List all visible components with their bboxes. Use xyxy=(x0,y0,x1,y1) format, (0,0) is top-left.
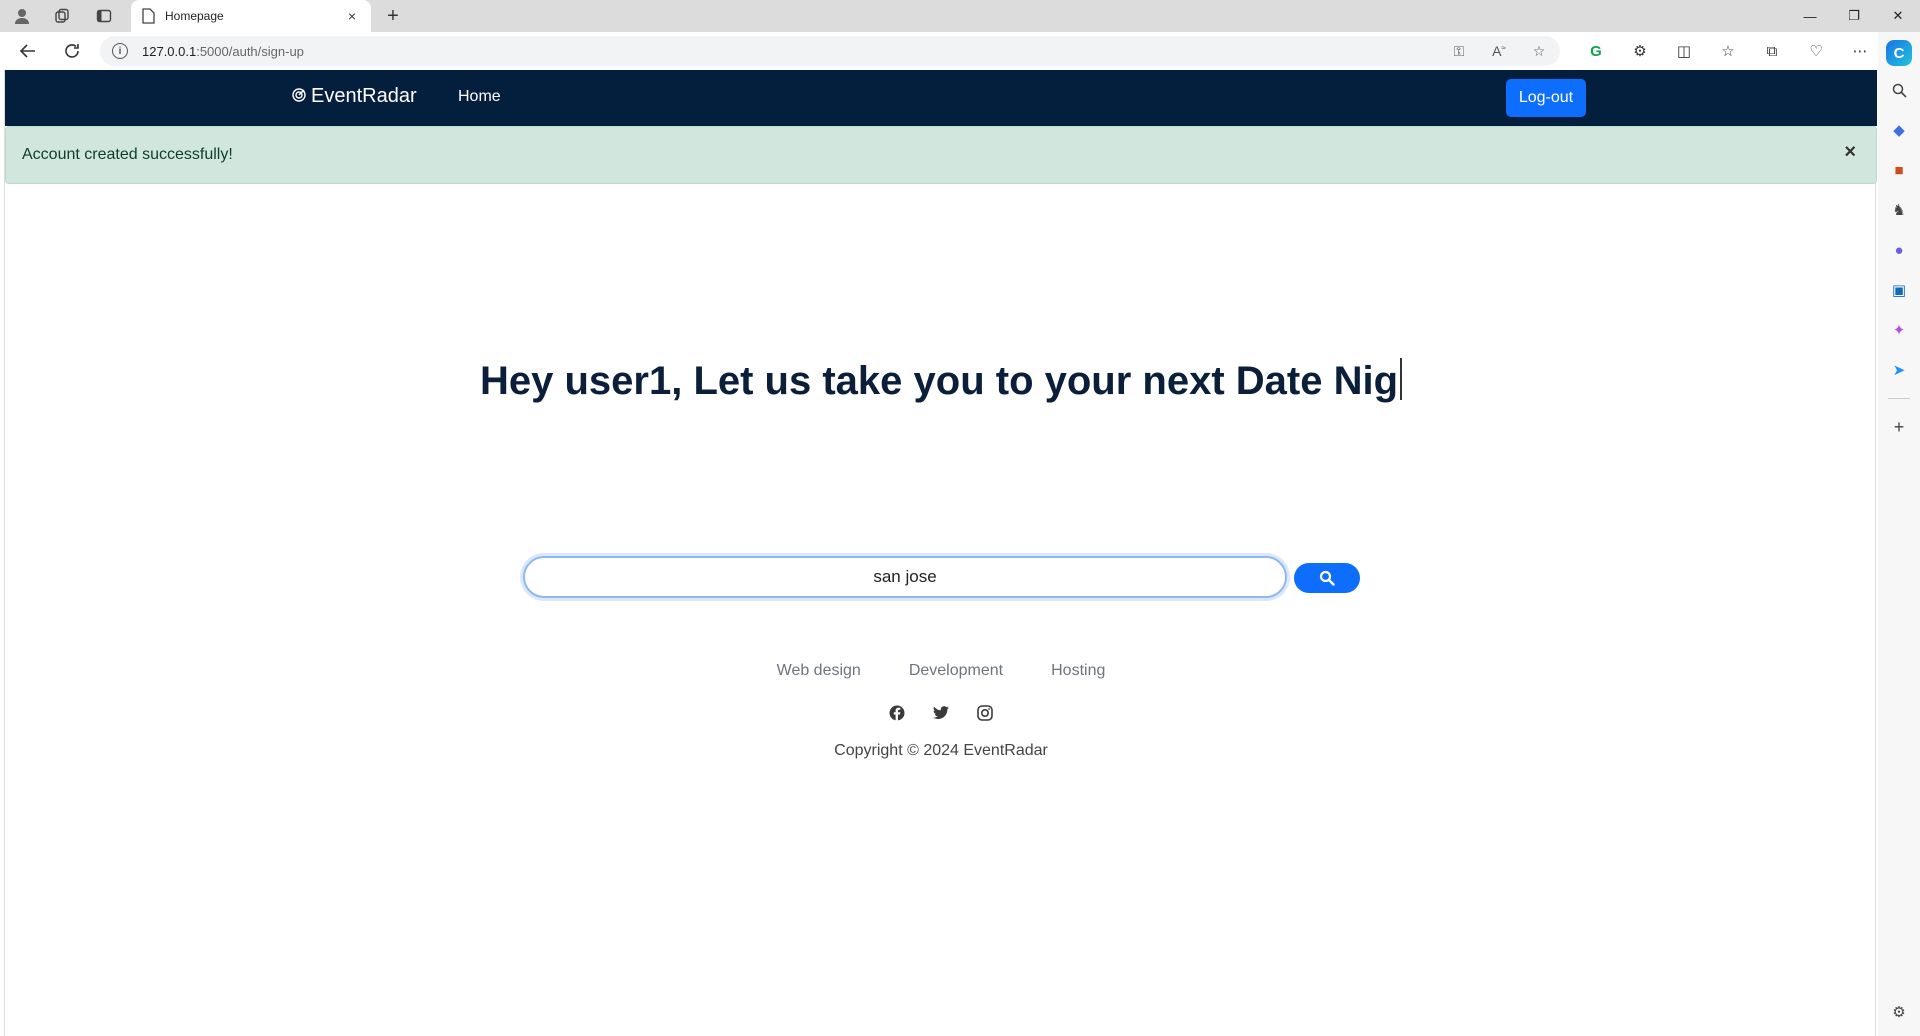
footer-link-hosting[interactable]: Hosting xyxy=(1051,662,1105,680)
search-button[interactable] xyxy=(1294,563,1360,593)
tools-briefcase-icon[interactable]: ■ xyxy=(1883,154,1915,186)
search-input[interactable] xyxy=(523,556,1287,598)
tab-actions-icon[interactable] xyxy=(88,0,120,32)
more-menu-icon[interactable]: ⋯ xyxy=(1838,42,1882,60)
facebook-icon[interactable] xyxy=(888,704,906,722)
instagram-icon[interactable] xyxy=(976,704,994,722)
copyright-text: Copyright © 2024 EventRadar xyxy=(834,742,1048,759)
sidebar-settings-icon[interactable]: ⚙ xyxy=(1883,996,1915,1028)
hero-title: Hey user1, Let us take you to your next … xyxy=(5,358,1877,404)
profile-icon[interactable] xyxy=(6,0,38,32)
collections-icon[interactable]: ⧉ xyxy=(1750,43,1794,60)
page-icon xyxy=(142,8,155,24)
page-viewport: EventRadar Home Log-out Account created … xyxy=(4,70,1877,1036)
password-key-icon[interactable]: ⚿ xyxy=(1446,43,1472,60)
url-text: 127.0.0.1:5000/auth/sign-up xyxy=(142,43,304,59)
radar-icon xyxy=(291,86,307,107)
tab-title: Homepage xyxy=(165,9,224,23)
copilot-icon[interactable]: C xyxy=(1886,40,1912,66)
tab-close-icon[interactable]: × xyxy=(343,8,361,24)
split-screen-icon[interactable]: ◫ xyxy=(1662,42,1706,60)
social-links xyxy=(5,704,1877,722)
games-icon[interactable]: ♞ xyxy=(1883,194,1915,226)
back-icon[interactable] xyxy=(8,32,48,70)
favorite-star-icon[interactable]: ☆ xyxy=(1526,43,1552,60)
new-tab-button[interactable]: + xyxy=(380,4,406,28)
sidebar-divider xyxy=(1888,398,1910,399)
browser-tabstrip: Homepage × + — ❐ ✕ xyxy=(0,0,1920,32)
outlook-icon[interactable]: ▣ xyxy=(1883,274,1915,306)
designer-icon[interactable]: ✦ xyxy=(1883,314,1915,346)
extensions-icon[interactable]: ⚙ xyxy=(1618,42,1662,60)
read-aloud-icon[interactable]: A≈ xyxy=(1486,43,1512,59)
alert-close-icon[interactable]: × xyxy=(1844,141,1856,164)
success-alert: Account created successfully! × xyxy=(5,126,1877,184)
favorites-icon[interactable]: ☆ xyxy=(1706,42,1750,60)
workspaces-icon[interactable] xyxy=(46,0,78,32)
nav-home-link[interactable]: Home xyxy=(458,88,501,106)
site-info-icon[interactable]: i xyxy=(112,43,128,59)
window-controls: — ❐ ✕ xyxy=(1788,0,1920,32)
alert-message: Account created successfully! xyxy=(22,146,233,163)
add-sidebar-app-icon[interactable]: + xyxy=(1883,411,1915,443)
text-caret xyxy=(1400,358,1403,400)
twitter-icon[interactable] xyxy=(932,704,950,722)
footer-link-development[interactable]: Development xyxy=(909,662,1003,680)
grammarly-icon[interactable]: G xyxy=(1574,43,1618,60)
sidebar-search-icon[interactable] xyxy=(1883,74,1915,106)
browser-toolbar: i 127.0.0.1:5000/auth/sign-up ⚿ A≈ ☆ G ⚙… xyxy=(0,32,1920,70)
logout-button[interactable]: Log-out xyxy=(1506,79,1586,117)
address-bar-actions: ⚿ A≈ ☆ xyxy=(1446,36,1552,66)
search-icon xyxy=(1319,570,1335,586)
send-drop-icon[interactable]: ➤ xyxy=(1883,354,1915,386)
footer-link-web-design[interactable]: Web design xyxy=(777,662,861,680)
brand-name: EventRadar xyxy=(311,85,417,107)
footer-links: Web design Development Hosting xyxy=(5,662,1877,680)
microsoft-365-icon[interactable]: ● xyxy=(1883,234,1915,266)
brand-link[interactable]: EventRadar xyxy=(291,85,417,108)
address-bar[interactable]: i 127.0.0.1:5000/auth/sign-up ⚿ A≈ ☆ xyxy=(100,36,1560,66)
site-navbar: EventRadar Home Log-out xyxy=(5,70,1877,126)
edge-sidebar: C ◆ ■ ♞ ● ▣ ✦ ➤ + ⚙ xyxy=(1878,32,1920,1036)
close-window-button[interactable]: ✕ xyxy=(1876,0,1920,32)
restore-button[interactable]: ❐ xyxy=(1832,0,1876,32)
browser-tab-homepage[interactable]: Homepage × xyxy=(131,0,371,32)
browser-essentials-icon[interactable]: ♡ xyxy=(1794,42,1838,60)
shopping-tag-icon[interactable]: ◆ xyxy=(1883,114,1915,146)
minimize-button[interactable]: — xyxy=(1788,0,1832,32)
browser-extensions: G ⚙ ◫ ☆ ⧉ ♡ ⋯ xyxy=(1574,32,1882,70)
refresh-icon[interactable] xyxy=(52,32,92,70)
